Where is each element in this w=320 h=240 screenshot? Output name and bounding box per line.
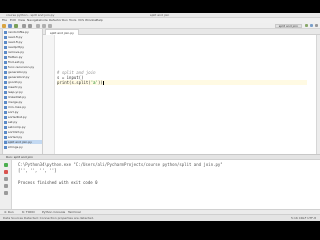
print-icon[interactable] [4,184,8,188]
paste-icon[interactable] [48,24,52,28]
status-position: 5:16 CRLF UTF-8 [291,216,316,220]
project-item[interactable]: randomfile.py [4,30,42,34]
status-message: Data Sources Detected: Connection proper… [3,216,94,220]
python-file-icon [4,60,7,64]
redo-icon[interactable] [28,24,32,28]
project-item[interactable]: find-ext.py [4,60,42,64]
python-file-icon [4,35,7,39]
python-file-icon [4,115,7,119]
save-icon[interactable] [8,24,12,28]
project-item[interactable]: readpdf.py [4,45,42,49]
project-panel: randomfile.py read-fi.py read-fi.py read… [3,29,43,154]
python-file-icon [4,80,7,84]
code-area[interactable]: # split and join s = input() print(s.spl… [57,70,307,85]
python-file-icon [4,105,7,109]
project-item[interactable]: set.py [4,120,42,124]
project-item-selected[interactable]: split and join.py [4,140,42,144]
python-file-icon [4,75,7,79]
code-editor[interactable]: # split and join s = input() print(s.spl… [43,35,320,154]
line-gutter [43,35,55,154]
project-item[interactable]: generator2.py [4,75,42,79]
run-toolbar [0,160,12,209]
run-config-select[interactable]: split and join [274,24,302,28]
text-caret [102,81,104,85]
run-icon[interactable] [305,24,308,27]
python-file-icon [4,135,7,139]
python-file-icon [4,145,7,149]
project-item[interactable]: sorted.py [4,135,42,139]
python-file-icon [4,85,7,89]
project-item[interactable]: leap-yr.py [4,90,42,94]
python-file-icon [4,120,7,124]
code-string-literal: 'a' [90,80,98,85]
project-item[interactable]: sort.py [4,110,42,114]
python-file-icon [4,140,7,144]
python-file-icon [4,95,7,99]
sync-icon[interactable] [14,24,18,28]
project-item[interactable]: setcomp.py [4,125,42,129]
stop-icon[interactable] [4,170,8,174]
project-item[interactable]: sortedlist.py [4,115,42,119]
scroll-to-end-icon[interactable] [4,177,8,181]
project-item[interactable]: remove.py [4,50,42,54]
ide-window: course python - split and join.py split … [0,13,320,221]
status-bar: Data Sources Detected: Connection proper… [0,214,320,221]
python-file-icon [4,55,7,59]
project-item[interactable]: flatten.py [4,55,42,59]
search-icon[interactable] [315,24,318,27]
clear-icon[interactable] [4,191,8,195]
project-item[interactable]: strings.py [4,145,42,149]
project-item[interactable]: generator.py [4,70,42,74]
cut-icon[interactable] [36,24,40,28]
python-file-icon [4,90,7,94]
project-item[interactable]: min-max.py [4,105,42,109]
project-item[interactable]: merge.py [4,100,42,104]
project-item[interactable]: goodd.py [4,80,42,84]
project-item[interactable]: insertr.py [4,85,42,89]
python-file-icon [4,40,7,44]
debug-icon[interactable] [310,24,313,27]
right-tool-strip [316,35,320,154]
code-print-prefix: print(s.split( [57,80,91,85]
console-exit-message: Process finished with exit code 0 [18,180,98,185]
python-file-icon [4,100,7,104]
python-file-icon [4,125,7,129]
project-item[interactable]: read-fi.py [4,40,42,44]
python-file-icon [4,30,7,34]
project-item[interactable]: func-recursion.py [4,65,42,69]
python-file-icon [4,45,7,49]
python-file-icon [4,70,7,74]
code-line-print: print(s.split('a')) [57,80,307,85]
python-file-icon [4,110,7,114]
run-console[interactable]: C:\Python34\python.exe "C:/Users/ali/Pyc… [12,160,320,209]
python-file-icon [4,50,7,54]
python-file-icon [4,65,7,69]
undo-icon[interactable] [22,24,26,28]
rerun-icon[interactable] [4,163,8,167]
python-file-icon [4,130,7,134]
copy-icon[interactable] [42,24,46,28]
project-item[interactable]: linkedlist.py [4,95,42,99]
project-item[interactable]: read-fi.py [4,35,42,39]
open-folder-icon[interactable] [2,24,6,28]
project-item[interactable]: sortdict.py [4,130,42,134]
